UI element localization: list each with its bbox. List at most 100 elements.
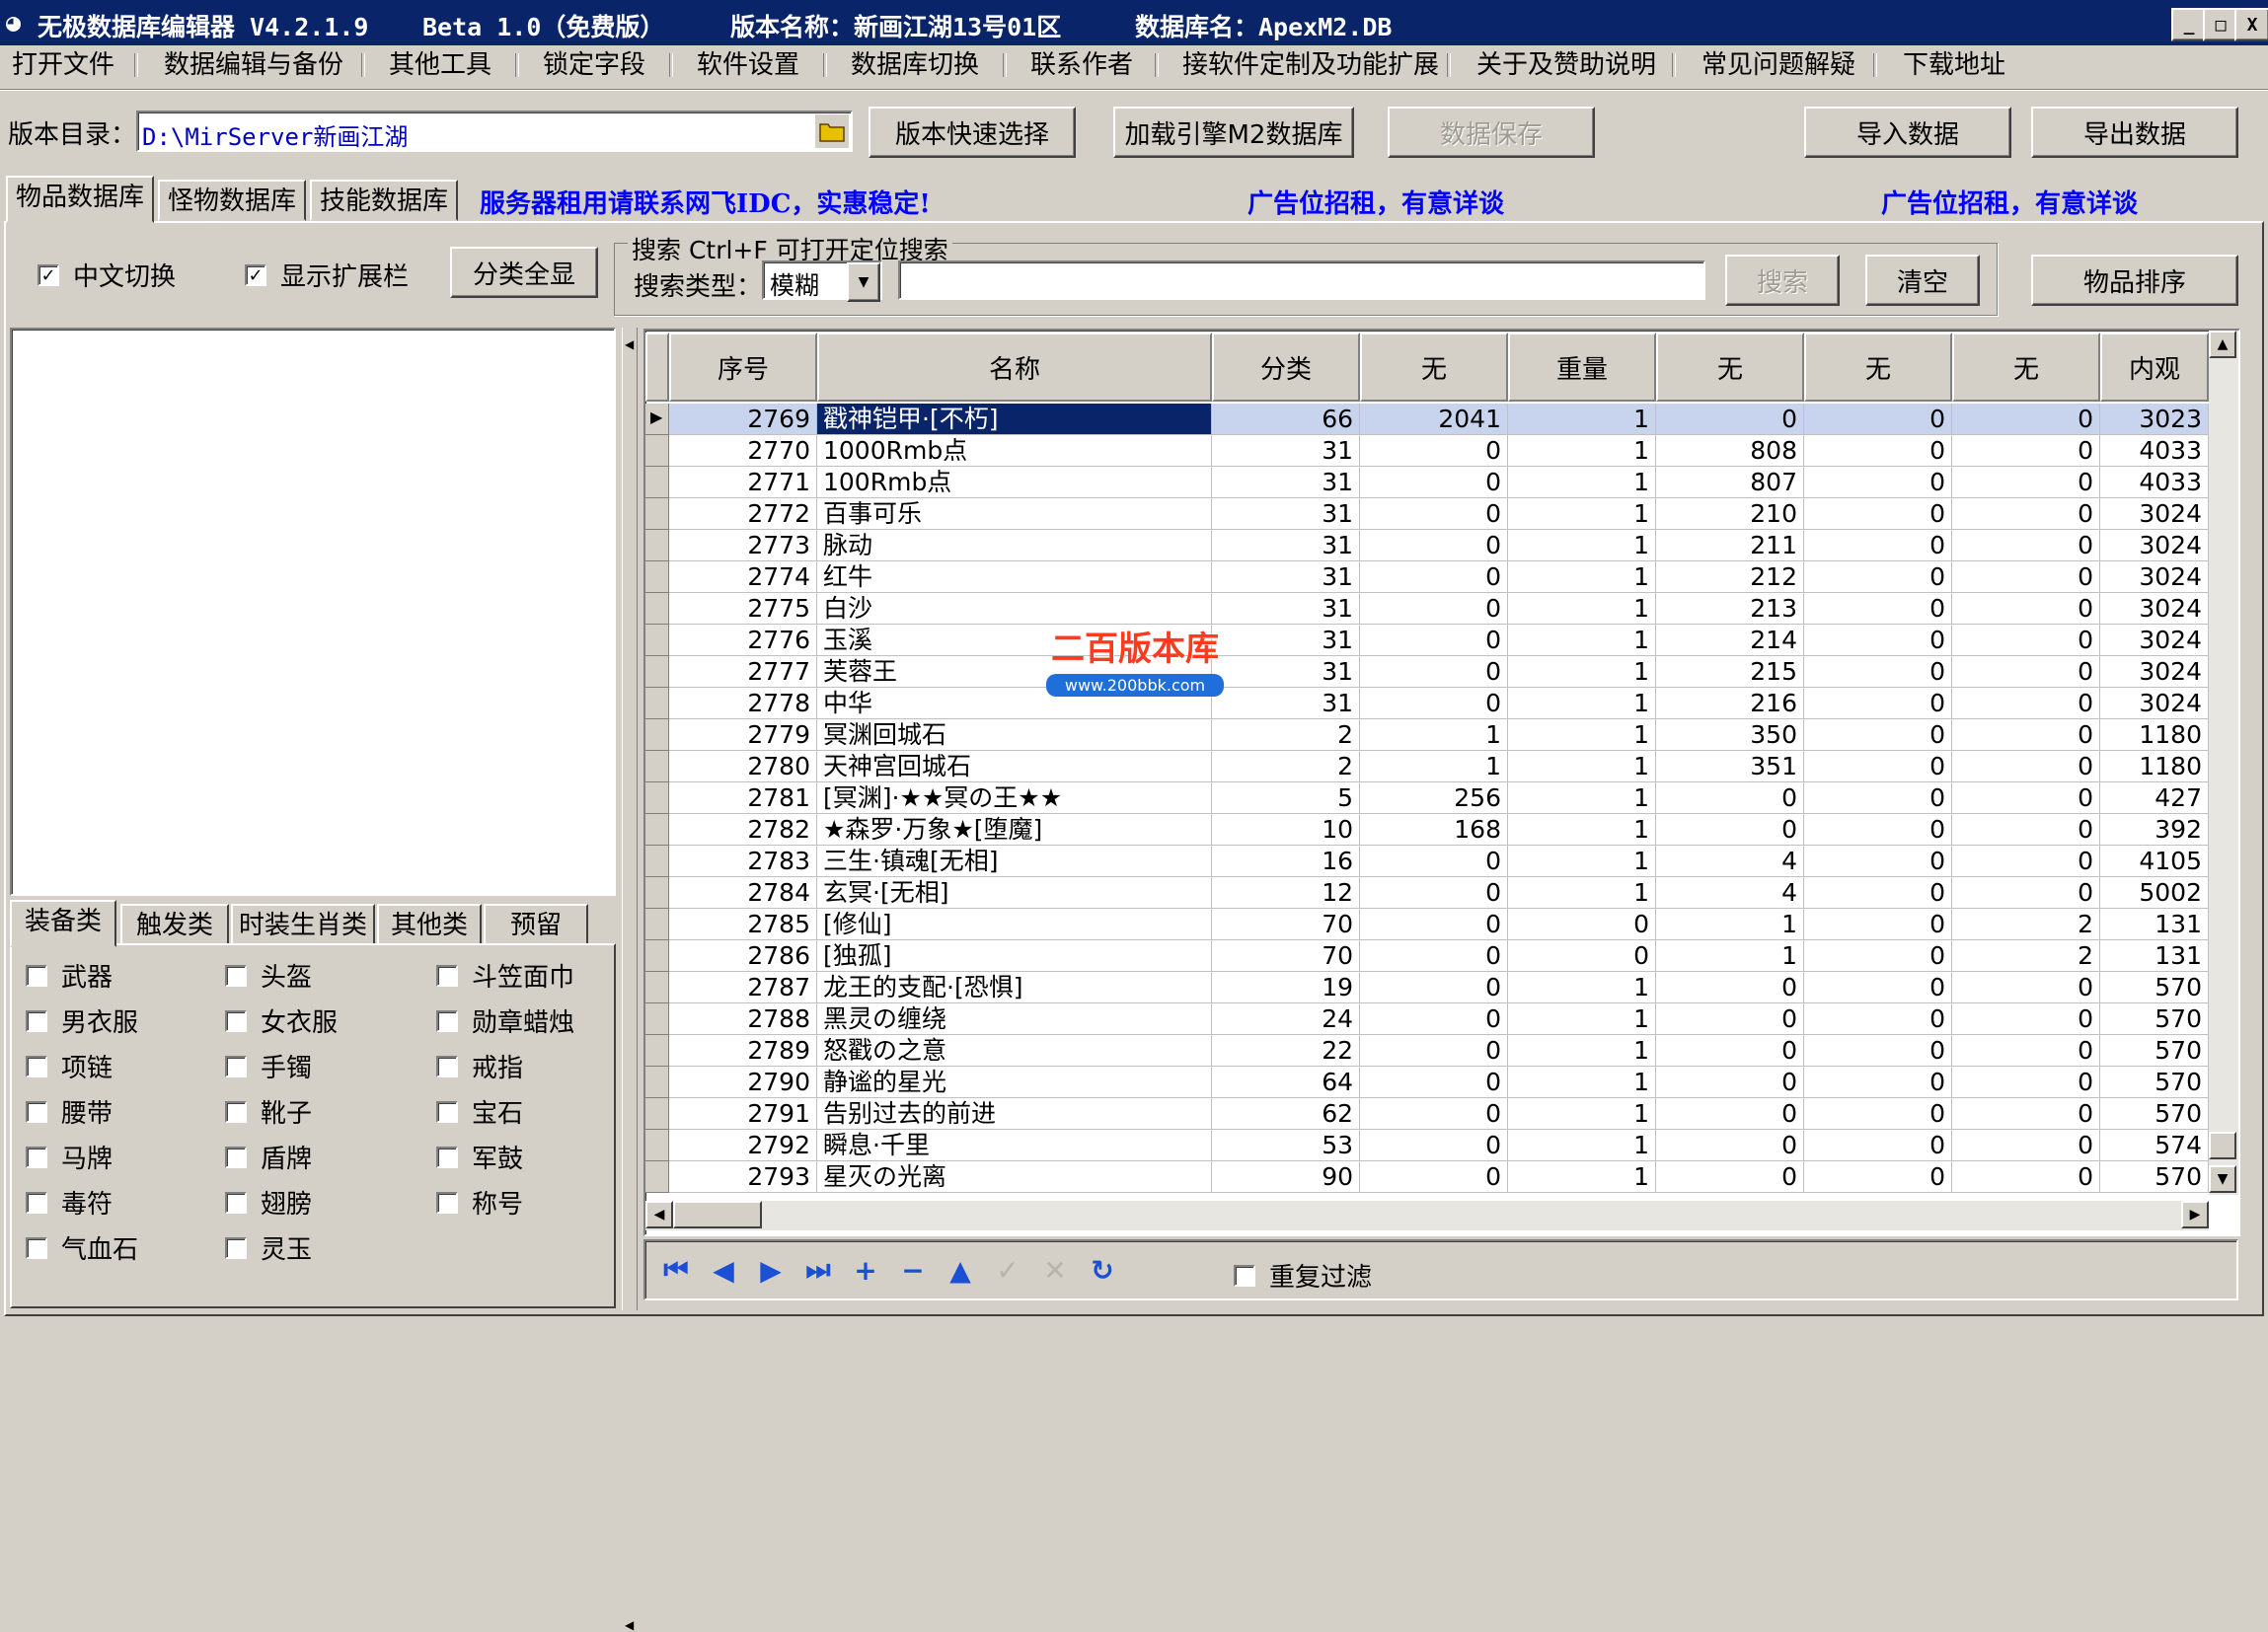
cell-none-4[interactable]: 0 xyxy=(1952,498,2100,530)
cell-category[interactable]: 31 xyxy=(1212,467,1360,498)
cell-none-1[interactable]: 168 xyxy=(1360,814,1508,846)
table-row[interactable]: 2774 红牛 31 0 1 212 0 0 3024 xyxy=(645,561,2209,593)
table-row[interactable]: 2772 百事可乐 31 0 1 210 0 0 3024 xyxy=(645,498,2209,530)
cell-none-3[interactable]: 0 xyxy=(1804,656,1952,688)
cell-none-4[interactable]: 0 xyxy=(1952,814,2100,846)
table-row[interactable]: ▶ 2769 戳神铠甲·[不朽] 66 2041 1 0 0 0 3023 xyxy=(645,404,2209,435)
cell-none-4[interactable]: 2 xyxy=(1952,909,2100,940)
cell-id[interactable]: 2779 xyxy=(669,719,817,751)
cell-category[interactable]: 31 xyxy=(1212,561,1360,593)
cell-name[interactable]: 红牛 xyxy=(817,561,1212,593)
tab-equipment[interactable]: 装备类 xyxy=(10,900,116,947)
table-row[interactable]: 2778 中华 31 0 1 216 0 0 3024 xyxy=(645,688,2209,719)
cell-none-3[interactable]: 0 xyxy=(1804,846,1952,877)
cell-none-4[interactable]: 0 xyxy=(1952,1035,2100,1067)
cell-none-4[interactable]: 0 xyxy=(1952,1130,2100,1161)
chinese-switch-checkbox[interactable]: ✓ 中文切换 xyxy=(38,257,176,293)
table-row[interactable]: 2789 怒戳の之意 22 0 1 0 0 0 570 xyxy=(645,1035,2209,1067)
category-ring-checkbox[interactable]: 戒指 xyxy=(436,1048,523,1084)
cell-none-4[interactable]: 0 xyxy=(1952,467,2100,498)
cell-none-3[interactable]: 0 xyxy=(1804,561,1952,593)
cell-appearance[interactable]: 427 xyxy=(2100,782,2209,814)
tab-trigger[interactable]: 触发类 xyxy=(120,904,229,945)
cell-weight[interactable]: 1 xyxy=(1508,846,1656,877)
category-necklace-checkbox[interactable]: 项链 xyxy=(26,1048,113,1084)
menu-lock-fields[interactable]: 锁定字段 xyxy=(543,45,645,85)
cell-category[interactable]: 70 xyxy=(1212,909,1360,940)
cell-none-4[interactable]: 0 xyxy=(1952,1067,2100,1098)
version-dir-input[interactable]: D:\MirServer新画江湖 xyxy=(136,111,853,152)
delete-record-icon[interactable]: − xyxy=(896,1253,930,1287)
table-row[interactable]: 2793 星灭の光离 90 0 1 0 0 0 570 xyxy=(645,1161,2209,1193)
cell-id[interactable]: 2783 xyxy=(669,846,817,877)
tab-reserved[interactable]: 预留 xyxy=(484,904,588,945)
cell-category[interactable]: 31 xyxy=(1212,498,1360,530)
menu-open-file[interactable]: 打开文件 xyxy=(12,45,114,85)
cell-appearance[interactable]: 4105 xyxy=(2100,846,2209,877)
category-medal-candle-checkbox[interactable]: 勋章蜡烛 xyxy=(436,1002,574,1039)
cell-id[interactable]: 2772 xyxy=(669,498,817,530)
cell-name[interactable]: 告别过去的前进 xyxy=(817,1098,1212,1130)
cell-none-4[interactable]: 0 xyxy=(1952,1003,2100,1035)
cell-none-3[interactable]: 0 xyxy=(1804,751,1952,782)
table-row[interactable]: 2791 告别过去的前进 62 0 1 0 0 0 570 xyxy=(645,1098,2209,1130)
cell-none-1[interactable]: 1 xyxy=(1360,719,1508,751)
next-record-icon[interactable]: ▶ xyxy=(754,1253,788,1287)
cell-none-1[interactable]: 2041 xyxy=(1360,404,1508,435)
item-sort-button[interactable]: 物品排序 xyxy=(2031,255,2238,306)
cell-none-1[interactable]: 0 xyxy=(1360,688,1508,719)
cell-none-2[interactable]: 0 xyxy=(1656,1130,1804,1161)
cell-none-1[interactable]: 0 xyxy=(1360,1098,1508,1130)
category-belt-checkbox[interactable]: 腰带 xyxy=(26,1093,113,1130)
cell-name[interactable]: 龙王的支配·[恐惧] xyxy=(817,972,1212,1003)
cell-none-4[interactable]: 0 xyxy=(1952,404,2100,435)
cell-none-1[interactable]: 0 xyxy=(1360,625,1508,656)
category-title-checkbox[interactable]: 称号 xyxy=(436,1184,523,1221)
minimize-button[interactable]: _ xyxy=(2171,8,2207,41)
cell-category[interactable]: 16 xyxy=(1212,846,1360,877)
cell-weight[interactable]: 1 xyxy=(1508,1098,1656,1130)
cell-none-1[interactable]: 0 xyxy=(1360,877,1508,909)
cell-name[interactable]: [冥渊]·★★冥の王★★ xyxy=(817,782,1212,814)
cell-name[interactable]: 怒戳の之意 xyxy=(817,1035,1212,1067)
export-data-button[interactable]: 导出数据 xyxy=(2031,107,2238,158)
cell-none-1[interactable]: 0 xyxy=(1360,846,1508,877)
cell-none-4[interactable]: 0 xyxy=(1952,435,2100,467)
scroll-thumb-v[interactable] xyxy=(2209,1132,2236,1159)
row-indicator[interactable] xyxy=(645,1067,669,1098)
cell-category[interactable]: 66 xyxy=(1212,404,1360,435)
cell-id[interactable]: 2790 xyxy=(669,1067,817,1098)
menu-other-tools[interactable]: 其他工具 xyxy=(389,45,491,85)
cell-none-2[interactable]: 211 xyxy=(1656,530,1804,561)
col-header-none-2[interactable]: 无 xyxy=(1656,333,1804,402)
cell-name[interactable]: 三生·镇魂[无相] xyxy=(817,846,1212,877)
cell-none-3[interactable]: 0 xyxy=(1804,467,1952,498)
cell-none-1[interactable]: 0 xyxy=(1360,656,1508,688)
cell-name[interactable]: 静谧的星光 xyxy=(817,1067,1212,1098)
cell-appearance[interactable]: 3024 xyxy=(2100,530,2209,561)
category-war-drum-checkbox[interactable]: 军鼓 xyxy=(436,1139,523,1175)
cell-none-2[interactable]: 213 xyxy=(1656,593,1804,625)
cell-id[interactable]: 2780 xyxy=(669,751,817,782)
search-button[interactable]: 搜索 xyxy=(1725,255,1840,306)
cell-id[interactable]: 2781 xyxy=(669,782,817,814)
close-button[interactable]: X xyxy=(2234,8,2268,41)
cell-none-2[interactable]: 210 xyxy=(1656,498,1804,530)
table-row[interactable]: 2786 [独孤] 70 0 0 1 0 2 131 xyxy=(645,940,2209,972)
tab-other[interactable]: 其他类 xyxy=(377,904,482,945)
row-indicator[interactable] xyxy=(645,782,669,814)
cell-none-4[interactable]: 0 xyxy=(1952,1161,2100,1193)
cell-none-2[interactable]: 0 xyxy=(1656,972,1804,1003)
cell-category[interactable]: 31 xyxy=(1212,688,1360,719)
cell-appearance[interactable]: 3024 xyxy=(2100,688,2209,719)
table-row[interactable]: 2775 白沙 31 0 1 213 0 0 3024 xyxy=(645,593,2209,625)
cell-none-2[interactable]: 0 xyxy=(1656,1067,1804,1098)
cell-name[interactable]: [独孤] xyxy=(817,940,1212,972)
cell-category[interactable]: 19 xyxy=(1212,972,1360,1003)
category-female-armor-checkbox[interactable]: 女衣服 xyxy=(225,1002,338,1039)
ad-banner-2[interactable]: 广告位招租，有意详谈 xyxy=(1881,184,2138,220)
cell-weight[interactable]: 1 xyxy=(1508,972,1656,1003)
cell-none-1[interactable]: 0 xyxy=(1360,1161,1508,1193)
cell-weight[interactable]: 0 xyxy=(1508,909,1656,940)
cell-appearance[interactable]: 392 xyxy=(2100,814,2209,846)
